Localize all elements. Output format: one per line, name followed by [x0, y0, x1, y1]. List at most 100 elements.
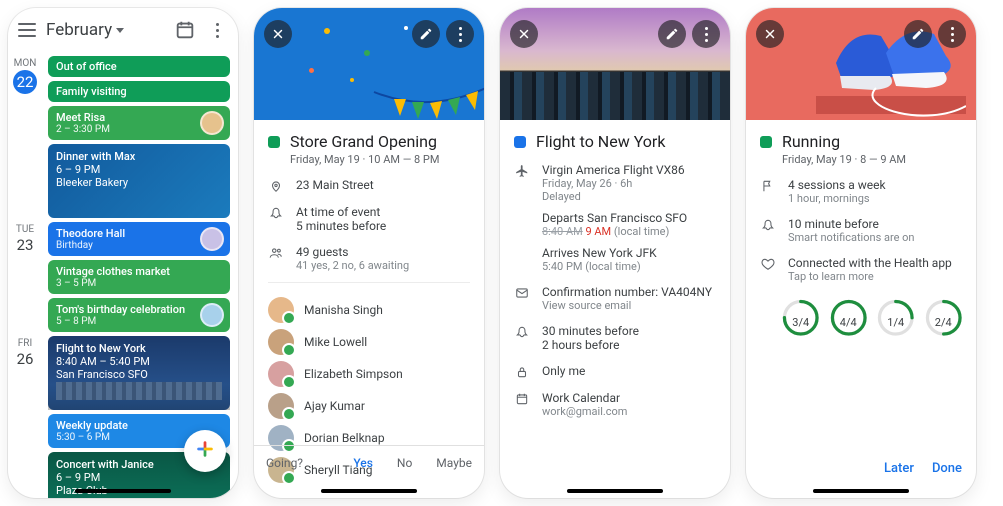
event-chip[interactable]: Flight to New York8:40 AM – 5:40 PMSan F… [48, 336, 230, 410]
avatar [268, 393, 294, 419]
guest-breakdown: 41 yes, 2 no, 6 awaiting [296, 259, 409, 272]
goal-reminder: 10 minute before [788, 217, 915, 231]
confirmation-number: Confirmation number: VA404NY [542, 285, 712, 299]
event-chip[interactable]: Meet Risa2 – 3:30 PM [48, 106, 230, 140]
flight-rem-1: 30 minutes before [542, 324, 639, 338]
event-title: Store Grand Opening [290, 132, 439, 151]
home-indicator [567, 489, 663, 493]
menu-icon[interactable] [18, 23, 36, 37]
later-button[interactable]: Later [884, 461, 914, 476]
reminder-2: 5 minutes before [296, 219, 386, 233]
flag-icon [760, 179, 776, 193]
month-label: February [46, 20, 112, 40]
health-app-row[interactable]: Connected with the Health appTap to lear… [760, 256, 962, 283]
event-header-image [254, 8, 484, 120]
health-app: Connected with the Health app [788, 256, 952, 270]
calendar-name: Work Calendar [542, 391, 627, 405]
today-icon[interactable] [174, 19, 196, 41]
day-header: MON22 [8, 56, 42, 218]
progress-rings: 3/44/41/42/4 [782, 299, 962, 345]
reminder-row[interactable]: At time of event 5 minutes before [268, 205, 470, 233]
location-row[interactable]: 23 Main Street [268, 178, 470, 193]
bell-icon [760, 218, 776, 232]
guest-name: Mike Lowell [304, 335, 367, 349]
guests-summary[interactable]: 49 guests 41 yes, 2 no, 6 awaiting [268, 245, 470, 272]
day-group: TUE23Theodore HallBirthday Vintage clothe… [8, 222, 230, 332]
rsvp-maybe[interactable]: Maybe [424, 446, 484, 480]
goal-reminder-sub: Smart notifications are on [788, 231, 915, 244]
guest-count: 49 guests [296, 245, 409, 259]
location-icon [268, 179, 284, 193]
event-chip[interactable]: Family visiting [48, 81, 230, 102]
source-email-link[interactable]: View source email [542, 299, 712, 312]
goal-title: Running [782, 132, 906, 151]
departs-label: Departs San Francisco SFO [542, 211, 687, 225]
event-chip[interactable]: Tom's birthday celebration5 – 8 PM [48, 298, 230, 332]
guest-row[interactable]: Elizabeth Simpson [268, 361, 470, 387]
close-button[interactable] [756, 20, 784, 48]
progress-ring: 1/4 [877, 299, 915, 345]
dep-new-time: 9 AM [585, 225, 611, 238]
guest-name: Manisha Singh [304, 303, 383, 317]
edit-button[interactable] [412, 20, 440, 48]
calendar-row[interactable]: Work Calendarwork@gmail.com [514, 391, 716, 418]
flight-body: Flight to New York Virgin America Flight… [500, 120, 730, 498]
mail-icon [514, 286, 530, 300]
event-chip[interactable]: Theodore HallBirthday [48, 222, 230, 256]
close-button[interactable] [264, 20, 292, 48]
event-chip[interactable]: Out of office [48, 56, 230, 77]
rsvp-no[interactable]: No [385, 446, 424, 480]
confirmation-row[interactable]: Confirmation number: VA404NYView source … [514, 285, 716, 312]
rsvp-question: Going? [254, 446, 341, 480]
day-header: FRI26 [8, 336, 42, 498]
flight-detail-screen: Flight to New York Virgin America Flight… [500, 8, 730, 498]
edit-button[interactable] [904, 20, 932, 48]
health-app-sub[interactable]: Tap to learn more [788, 270, 952, 283]
flight-header-image [500, 8, 730, 120]
day-group: MON22 Out of office Family visiting Meet Ri… [8, 56, 230, 218]
progress-ring: 3/4 [782, 299, 820, 345]
goal-reminder-row[interactable]: 10 minute beforeSmart notifications are … [760, 217, 962, 244]
overflow-button[interactable] [446, 20, 474, 48]
event-chip[interactable]: Vintage clothes market3 – 5 PM [48, 260, 230, 294]
overflow-button[interactable] [938, 20, 966, 48]
guest-name: Dorian Belknap [304, 431, 385, 445]
plus-icon [194, 438, 216, 464]
goal-frequency-row[interactable]: 4 sessions a week1 hour, mornings [760, 178, 962, 205]
visibility-text: Only me [542, 364, 585, 378]
overflow-button[interactable] [692, 20, 720, 48]
avatar [268, 361, 294, 387]
done-button[interactable]: Done [932, 461, 962, 476]
calendar-color-dot [514, 136, 526, 148]
avatar [268, 297, 294, 323]
reminder-row[interactable]: 30 minutes before2 hours before [514, 324, 716, 352]
guest-row[interactable]: Manisha Singh [268, 297, 470, 323]
flight-date: Friday, May 26 · 6h [542, 177, 687, 190]
visibility-row[interactable]: Only me [514, 364, 716, 379]
month-picker[interactable]: February [46, 20, 124, 40]
create-fab[interactable] [184, 430, 226, 472]
flight-title: Flight to New York [536, 132, 665, 151]
rsvp-yes[interactable]: Yes [341, 446, 385, 480]
calendar-color-dot [760, 136, 772, 148]
day-group: FRI26Flight to New York8:40 AM – 5:40 PM… [8, 336, 230, 498]
calendar-email: work@gmail.com [542, 405, 627, 418]
day-header: TUE23 [8, 222, 42, 332]
guest-name: Elizabeth Simpson [304, 367, 403, 381]
close-button[interactable] [510, 20, 538, 48]
event-chip[interactable]: Dinner with Max6 – 9 PMBleeker Bakery [48, 144, 230, 218]
people-icon [268, 246, 284, 260]
guest-row[interactable]: Ajay Kumar [268, 393, 470, 419]
guest-name: Ajay Kumar [304, 399, 365, 413]
calendar-icon [514, 392, 530, 406]
calendar-schedule-screen: February MON22 Out of office Family visiti… [8, 8, 238, 498]
edit-button[interactable] [658, 20, 686, 48]
rsvp-bar: Going? Yes No Maybe [254, 445, 484, 480]
goal-datetime: Friday, May 19 · 8 — 9 AM [782, 153, 906, 166]
goal-header-image [746, 8, 976, 120]
goal-frequency-sub: 1 hour, mornings [788, 192, 886, 205]
overflow-icon[interactable] [206, 19, 228, 41]
progress-ring: 4/4 [830, 299, 868, 345]
arrives-label: Arrives New York JFK [542, 246, 687, 260]
guest-row[interactable]: Mike Lowell [268, 329, 470, 355]
